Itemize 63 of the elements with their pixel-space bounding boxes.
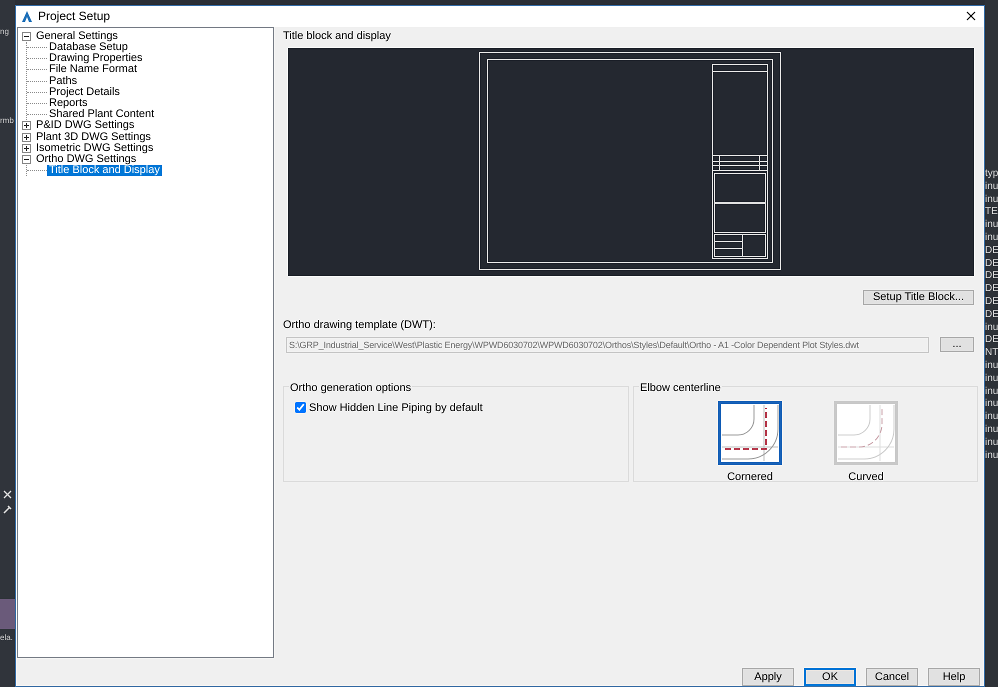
checkbox-label: Show Hidden Line Piping by default	[309, 400, 483, 416]
template-label: Ortho drawing template (DWT):	[283, 318, 437, 334]
background-text: ela.	[0, 632, 14, 644]
background-text: inu	[985, 424, 998, 437]
tree-item[interactable]: Drawing Properties	[47, 53, 145, 64]
tree-item[interactable]: Shared Plant Content	[47, 109, 156, 120]
tree-item[interactable]: Title Block and Display	[47, 165, 162, 176]
section-title: Title block and display	[283, 28, 392, 44]
photo-placeholder	[0, 599, 15, 629]
tree-item[interactable]: File Name Format	[47, 64, 140, 76]
tree-item[interactable]: Isometric DWG Settings	[34, 142, 156, 154]
tree-item[interactable]: Reports	[47, 98, 90, 109]
tree-item[interactable]: Database Setup	[47, 42, 130, 54]
expand-icon[interactable]	[22, 132, 31, 142]
background-text: inu	[985, 219, 998, 232]
background-text: inu	[985, 360, 998, 373]
dialog-button[interactable]: OK	[804, 668, 856, 686]
collapse-icon[interactable]	[22, 154, 31, 164]
background-text: DE	[985, 244, 998, 258]
logo-icon	[22, 10, 32, 22]
window-title: Project Setup	[38, 8, 110, 26]
tree-item[interactable]: Ortho DWG Settings	[34, 154, 138, 165]
background-text: inu	[985, 180, 998, 194]
tree-item[interactable]: P&ID DWG Settings	[34, 120, 136, 132]
background-text: DE	[985, 308, 998, 322]
background-text: ng	[0, 26, 10, 38]
background-text: inu	[985, 322, 998, 334]
background-text: DE	[985, 270, 998, 284]
browse-button[interactable]: ...	[940, 337, 974, 352]
setup-title-block-button[interactable]: Setup Title Block...	[863, 290, 974, 306]
collapse-icon[interactable]	[22, 32, 31, 41]
template-path-field[interactable]: S:\GRP_Industrial_Service\West\Plastic Energy\WPWD6030702\WPWD6030702\Orthos\Styles\Default\Ortho - A1 -Color Dependent Plot Styles.dwt	[286, 336, 929, 353]
dialog-button[interactable]: Apply	[742, 668, 794, 686]
tree-item[interactable]: General Settings	[34, 30, 120, 42]
background-text: inu	[985, 450, 998, 462]
background-text: rmb	[0, 115, 15, 127]
close-icon[interactable]	[966, 11, 976, 22]
tree-item[interactable]: Project Details	[47, 86, 122, 98]
background-text: inu	[985, 436, 998, 450]
dialog-button[interactable]: Help	[928, 668, 980, 686]
background-text: DE	[985, 334, 998, 348]
background-text: DE	[985, 283, 998, 296]
background-text: inu	[985, 398, 998, 412]
expand-icon[interactable]	[22, 144, 31, 153]
expand-icon[interactable]	[22, 121, 31, 130]
background-text: inu	[985, 194, 998, 206]
dialog-button[interactable]: Cancel	[866, 668, 918, 686]
elbow-option[interactable]	[718, 400, 782, 465]
background-text: TE	[985, 206, 998, 220]
background-text: DE	[985, 296, 998, 309]
option-label: Curved	[848, 470, 884, 485]
tree-item[interactable]: Paths	[47, 76, 80, 87]
background-text: NT	[985, 347, 998, 360]
background-text: inu	[985, 372, 998, 386]
checkbox[interactable]	[295, 402, 306, 414]
background-text: DE	[985, 258, 998, 270]
wrench-icon[interactable]	[3, 505, 12, 514]
background-text: typ	[985, 168, 998, 181]
background-text: inu	[985, 232, 998, 245]
background-text: inu	[985, 386, 998, 398]
option-label: Cornered	[727, 470, 773, 485]
background-text: inu	[985, 411, 998, 424]
tree-item[interactable]: Plant 3D DWG Settings	[34, 132, 153, 143]
